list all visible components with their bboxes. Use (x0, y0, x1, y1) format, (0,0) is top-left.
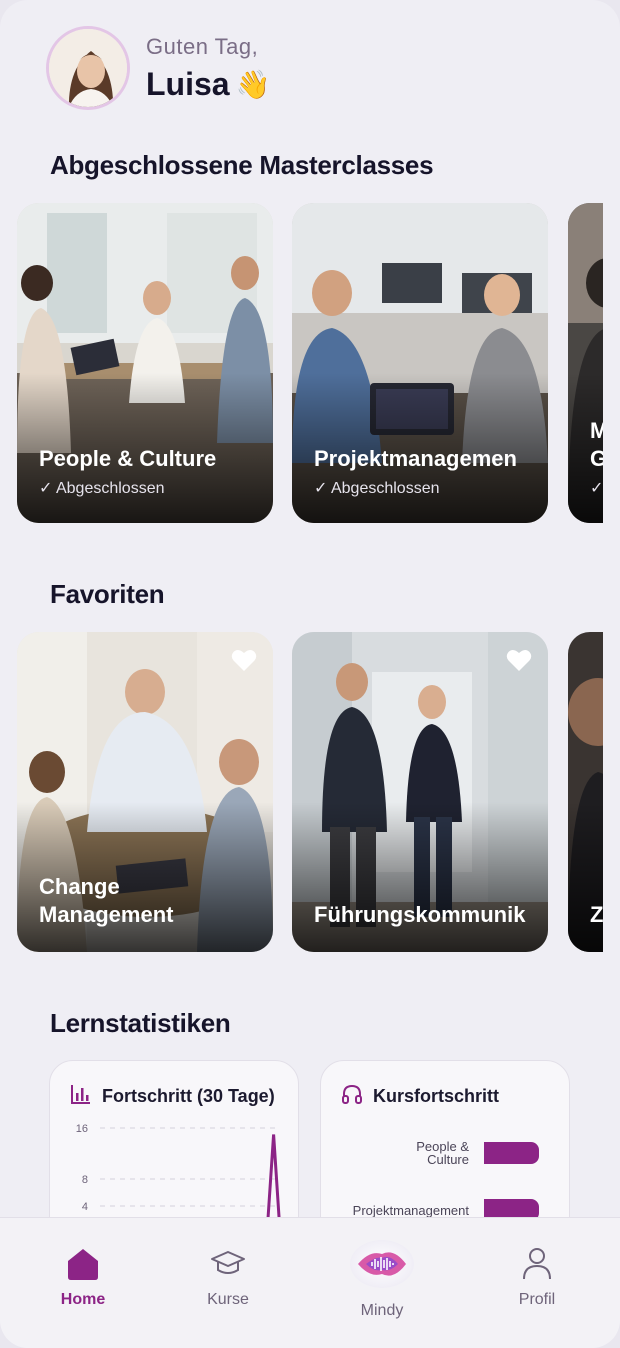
course-progress-title: Kursfortschritt (373, 1086, 500, 1106)
course-status: ✓ Abgeschlossen (314, 480, 440, 497)
course-status: ✓ (590, 480, 603, 497)
course-title: Projektmanagemen (314, 446, 517, 471)
section-title-stats: Lernstatistiken (50, 1008, 231, 1038)
greeting-text: Guten Tag, (146, 33, 259, 59)
favorite-title: Change (39, 874, 120, 899)
nav-mindy[interactable]: Mindy (327, 1218, 437, 1320)
favorite-title: Management (39, 902, 174, 927)
heart-icon[interactable] (231, 648, 257, 672)
heart-icon[interactable] (506, 648, 532, 672)
headphones-icon (341, 1083, 363, 1110)
course-status: ✓ Abgeschlossen (39, 480, 165, 497)
graduation-cap-icon (210, 1248, 246, 1280)
y-tick-label: 4 (82, 1201, 88, 1213)
course-card-partial[interactable]: M G ✓ (568, 203, 603, 523)
nav-home-label: Home (60, 1291, 106, 1308)
user-name: Luisa (146, 65, 230, 102)
favorite-title: Führungskommunik (314, 902, 526, 927)
course-title: G (590, 446, 603, 471)
nav-home[interactable]: Home (28, 1218, 138, 1309)
app-screen: Guten Tag, Luisa 👋 Abgeschlossene Master… (0, 0, 620, 1348)
course-label-line: Culture (427, 1152, 469, 1167)
favorites-carousel[interactable]: Change Management Führungskommunik Z (17, 632, 603, 952)
nav-courses[interactable]: Kurse (173, 1218, 283, 1309)
mindy-icon (350, 1240, 414, 1288)
course-title: People & Culture (39, 446, 217, 471)
favorite-card-partial[interactable]: Z (568, 632, 603, 952)
wave-icon: 👋 (235, 68, 271, 100)
bottom-nav: Home Kurse Mindy Profil (0, 1217, 620, 1348)
nav-mindy-label: Mindy (360, 1302, 404, 1319)
y-tick-label: 8 (82, 1174, 88, 1186)
section-title-favorites: Favoriten (50, 579, 165, 609)
card-gradient (292, 802, 548, 952)
course-label: People & Culture (416, 1140, 469, 1166)
y-tick-label: 16 (76, 1123, 88, 1135)
course-label: Projektmanagement (352, 1203, 469, 1218)
favorite-card-change-management[interactable]: Change Management (17, 632, 273, 952)
favorite-card-fuehrungskommunikation[interactable]: Führungskommunik (292, 632, 548, 952)
card-gradient (568, 802, 603, 952)
header: Guten Tag, Luisa 👋 (46, 26, 270, 110)
home-icon (65, 1246, 101, 1282)
avatar[interactable] (46, 26, 130, 110)
course-progress-bar (484, 1142, 539, 1164)
completed-carousel[interactable]: People & Culture ✓ Abgeschlossen Projekt… (17, 203, 603, 523)
section-title-completed: Abgeschlossene Masterclasses (50, 150, 434, 180)
favorite-title: Z (590, 902, 603, 927)
course-card-people-culture[interactable]: People & Culture ✓ Abgeschlossen (17, 203, 273, 523)
nav-profile[interactable]: Profil (482, 1218, 592, 1309)
course-card-projektmanagement[interactable]: Projektmanagemen ✓ Abgeschlossen (292, 203, 548, 523)
user-icon (521, 1246, 553, 1282)
nav-courses-label: Kurse (207, 1291, 249, 1308)
avatar-photo (49, 29, 127, 107)
course-title: M (590, 418, 603, 443)
nav-profile-label: Profil (518, 1291, 556, 1308)
